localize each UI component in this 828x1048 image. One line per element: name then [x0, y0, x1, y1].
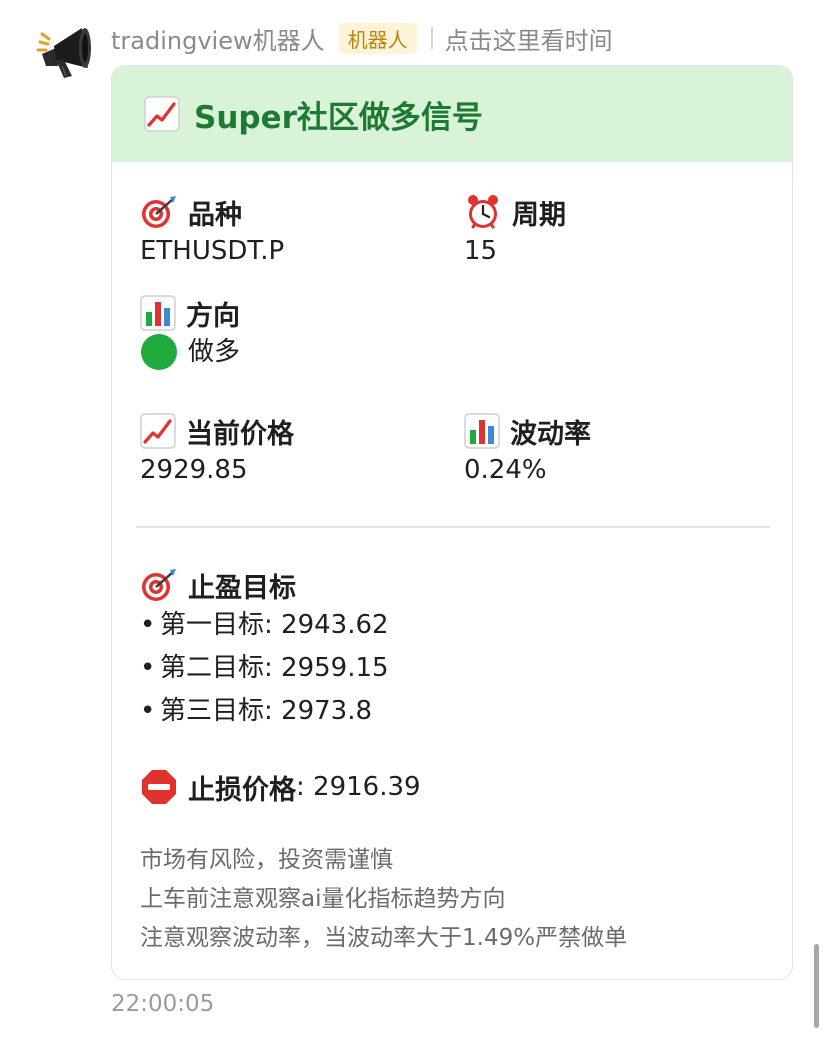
target-item: • 第一目标: 2943.62 [140, 604, 389, 647]
volatility-value: 0.24% [464, 455, 547, 485]
header-divider [430, 27, 433, 49]
direction-field: 方向 做多 [140, 294, 240, 372]
stop-loss-value: : 2916.39 [296, 772, 421, 802]
stop-loss-field: 止损价格 : 2916.39 [140, 768, 421, 806]
volatility-label: 波动率 [510, 418, 591, 450]
risk-notes: 市场有风险，投资需谨慎 上车前注意观察ai量化指标趋势方向 注意观察波动率，当波… [140, 841, 627, 958]
symbol-field: 品种 ETHUSDT.P [140, 193, 284, 271]
volatility-field: 波动率 0.24% [464, 412, 591, 490]
signal-card: Super社区做多信号 品种 ETHUSDT.P 周期 15 方向 做多 当前价… [111, 65, 793, 980]
bot-avatar[interactable] [36, 20, 98, 82]
period-value: 15 [464, 236, 498, 266]
period-field: 周期 15 [464, 193, 566, 271]
take-profit-section: 止盈目标 • 第一目标: 2943.62 • 第二目标: 2959.15 • 第三目标… [140, 566, 389, 733]
stop-loss-label: 止损价格 [188, 774, 296, 806]
symbol-value: ETHUSDT.P [140, 236, 285, 266]
target-text: 第一目标: 2943.62 [160, 610, 389, 640]
symbol-label: 品种 [188, 199, 242, 231]
direction-value: 做多 [188, 337, 241, 367]
target-item: • 第二目标: 2959.15 [140, 647, 389, 690]
alarm-clock-icon [468, 195, 498, 229]
stop-sign-icon [142, 770, 176, 804]
sender-name[interactable]: tradingview机器人 [111, 21, 325, 56]
scrollbar[interactable] [814, 944, 819, 1028]
target-item: • 第三目标: 2973.8 [140, 690, 389, 733]
bullet-dot: • [140, 696, 156, 726]
bullet-dot: • [140, 653, 156, 683]
target-icon [142, 196, 176, 228]
card-title: Super社区做多信号 [194, 99, 483, 136]
message-header: tradingview机器人 机器人 点击这里看时间 [111, 20, 613, 56]
message-timestamp: 22:00:05 [111, 991, 215, 1017]
card-header: Super社区做多信号 [112, 66, 792, 162]
direction-value-row: 做多 [140, 332, 240, 372]
price-label: 当前价格 [186, 418, 294, 450]
bar-chart-icon [140, 295, 176, 331]
note-line: 注意观察波动率，当波动率大于1.49%严禁做单 [140, 925, 628, 951]
note-line: 市场有风险，投资需谨慎 [140, 847, 393, 873]
direction-label: 方向 [186, 300, 240, 332]
price-value: 2929.85 [140, 455, 248, 485]
bot-tag: 机器人 [338, 22, 417, 54]
chart-increasing-icon [144, 96, 180, 132]
bar-chart-icon [464, 413, 500, 449]
show-time-link[interactable]: 点击这里看时间 [445, 21, 613, 56]
section-divider [136, 526, 770, 528]
bullet-dot: • [140, 610, 156, 640]
period-label: 周期 [512, 199, 566, 231]
megaphone-icon [36, 28, 91, 78]
target-icon [142, 569, 176, 601]
price-field: 当前价格 2929.85 [140, 412, 294, 490]
green-circle-icon [141, 334, 177, 370]
take-profit-label: 止盈目标 [188, 572, 296, 604]
target-text: 第三目标: 2973.8 [160, 696, 372, 726]
note-line: 上车前注意观察ai量化指标趋势方向 [140, 886, 506, 912]
chart-increasing-icon [140, 413, 176, 449]
target-text: 第二目标: 2959.15 [160, 653, 389, 683]
